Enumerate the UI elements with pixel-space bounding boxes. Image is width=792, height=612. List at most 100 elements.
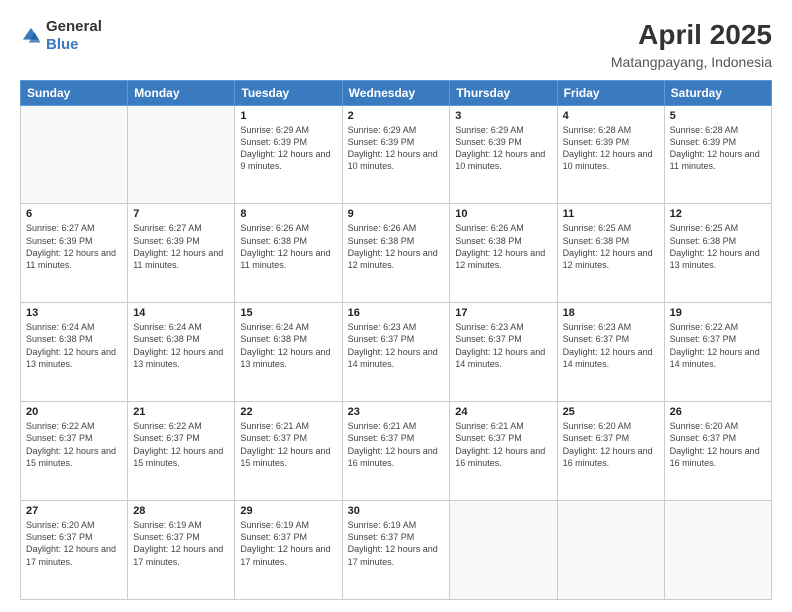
table-row: 26 Sunrise: 6:20 AMSunset: 6:37 PMDayligh…	[664, 402, 771, 501]
day-number: 19	[670, 307, 766, 319]
table-row: 17Sunrise: 6:23 AMSunset: 6:37 PMDayligh…	[450, 303, 557, 402]
table-row: 8Sunrise: 6:26 AMSunset: 6:38 PMDaylight…	[235, 204, 342, 303]
col-wednesday: Wednesday	[342, 80, 450, 105]
day-number: 26	[670, 406, 766, 418]
day-number: 8	[240, 208, 336, 220]
day-number: 7	[133, 208, 229, 220]
subtitle: Matangpayang, Indonesia	[611, 54, 772, 70]
day-number: 23	[348, 406, 445, 418]
day-info: Sunrise: 6:22 AMSunset: 6:37 PMDaylight:…	[26, 420, 122, 469]
day-number: 28	[133, 505, 229, 517]
table-row	[450, 501, 557, 600]
day-number: 27	[26, 505, 122, 517]
logo: General Blue	[20, 18, 102, 54]
day-info: Sunrise: 6:29 AMSunset: 6:39 PMDaylight:…	[348, 124, 445, 173]
day-number: 18	[563, 307, 659, 319]
calendar: Sunday Monday Tuesday Wednesday Thursday…	[20, 80, 772, 600]
table-row: 27 Sunrise: 6:20 AMSunset: 6:37 PMDayligh…	[21, 501, 128, 600]
table-row: 3 Sunrise: 6:29 AMSunset: 6:39 PMDaylight…	[450, 105, 557, 204]
table-row: 6 Sunrise: 6:27 AMSunset: 6:39 PMDaylight…	[21, 204, 128, 303]
table-row: 18Sunrise: 6:23 AMSunset: 6:37 PMDayligh…	[557, 303, 664, 402]
table-row: 11Sunrise: 6:25 AMSunset: 6:38 PMDayligh…	[557, 204, 664, 303]
day-info: Sunrise: 6:23 AMSunset: 6:37 PMDaylight:…	[455, 321, 551, 370]
header: General Blue April 2025 Matangpayang, In…	[20, 18, 772, 70]
day-number: 15	[240, 307, 336, 319]
page: General Blue April 2025 Matangpayang, In…	[0, 0, 792, 612]
table-row: 4 Sunrise: 6:28 AMSunset: 6:39 PMDaylight…	[557, 105, 664, 204]
day-number: 12	[670, 208, 766, 220]
table-row: 5 Sunrise: 6:28 AMSunset: 6:39 PMDaylight…	[664, 105, 771, 204]
day-info: Sunrise: 6:27 AMSunset: 6:39 PMDaylight:…	[133, 222, 229, 271]
day-number: 25	[563, 406, 659, 418]
day-number: 1	[240, 110, 336, 122]
day-info: Sunrise: 6:27 AMSunset: 6:39 PMDaylight:…	[26, 222, 122, 271]
day-info: Sunrise: 6:29 AMSunset: 6:39 PMDaylight:…	[455, 124, 551, 173]
day-number: 24	[455, 406, 551, 418]
logo-blue: Blue	[46, 36, 79, 53]
day-info: Sunrise: 6:28 AMSunset: 6:39 PMDaylight:…	[563, 124, 659, 173]
day-info: Sunrise: 6:26 AMSunset: 6:38 PMDaylight:…	[348, 222, 445, 271]
calendar-week-row: 27 Sunrise: 6:20 AMSunset: 6:37 PMDayligh…	[21, 501, 772, 600]
day-number: 14	[133, 307, 229, 319]
table-row: 19 Sunrise: 6:22 AMSunset: 6:37 PMDayligh…	[664, 303, 771, 402]
day-number: 30	[348, 505, 445, 517]
day-number: 13	[26, 307, 122, 319]
table-row: 10 Sunrise: 6:26 AMSunset: 6:38 PMDayligh…	[450, 204, 557, 303]
table-row: 20 Sunrise: 6:22 AMSunset: 6:37 PMDayligh…	[21, 402, 128, 501]
day-number: 29	[240, 505, 336, 517]
day-number: 20	[26, 406, 122, 418]
day-info: Sunrise: 6:20 AMSunset: 6:37 PMDaylight:…	[26, 519, 122, 568]
table-row: 23Sunrise: 6:21 AMSunset: 6:37 PMDayligh…	[342, 402, 450, 501]
col-thursday: Thursday	[450, 80, 557, 105]
table-row: 15 Sunrise: 6:24 AMSunset: 6:38 PMDayligh…	[235, 303, 342, 402]
calendar-week-row: 1 Sunrise: 6:29 AMSunset: 6:39 PMDaylight…	[21, 105, 772, 204]
day-info: Sunrise: 6:19 AMSunset: 6:37 PMDaylight:…	[133, 519, 229, 568]
table-row: 28 Sunrise: 6:19 AMSunset: 6:37 PMDayligh…	[128, 501, 235, 600]
col-saturday: Saturday	[664, 80, 771, 105]
col-sunday: Sunday	[21, 80, 128, 105]
day-info: Sunrise: 6:19 AMSunset: 6:37 PMDaylight:…	[348, 519, 445, 568]
table-row: 24 Sunrise: 6:21 AMSunset: 6:37 PMDayligh…	[450, 402, 557, 501]
day-info: Sunrise: 6:24 AMSunset: 6:38 PMDaylight:…	[26, 321, 122, 370]
day-number: 10	[455, 208, 551, 220]
table-row	[128, 105, 235, 204]
day-number: 21	[133, 406, 229, 418]
table-row: 22Sunrise: 6:21 AMSunset: 6:37 PMDayligh…	[235, 402, 342, 501]
day-info: Sunrise: 6:29 AMSunset: 6:39 PMDaylight:…	[240, 124, 336, 173]
day-number: 4	[563, 110, 659, 122]
day-info: Sunrise: 6:26 AMSunset: 6:38 PMDaylight:…	[455, 222, 551, 271]
table-row	[21, 105, 128, 204]
table-row	[664, 501, 771, 600]
day-info: Sunrise: 6:21 AMSunset: 6:37 PMDaylight:…	[455, 420, 551, 469]
table-row: 1 Sunrise: 6:29 AMSunset: 6:39 PMDaylight…	[235, 105, 342, 204]
day-info: Sunrise: 6:20 AMSunset: 6:37 PMDaylight:…	[670, 420, 766, 469]
title-block: April 2025 Matangpayang, Indonesia	[611, 18, 772, 70]
day-number: 22	[240, 406, 336, 418]
table-row: 2Sunrise: 6:29 AMSunset: 6:39 PMDaylight…	[342, 105, 450, 204]
day-info: Sunrise: 6:19 AMSunset: 6:37 PMDaylight:…	[240, 519, 336, 568]
table-row: 29 Sunrise: 6:19 AMSunset: 6:37 PMDayligh…	[235, 501, 342, 600]
day-number: 5	[670, 110, 766, 122]
main-title: April 2025	[611, 18, 772, 52]
logo-text: General Blue	[46, 18, 102, 54]
day-number: 3	[455, 110, 551, 122]
day-info: Sunrise: 6:24 AMSunset: 6:38 PMDaylight:…	[240, 321, 336, 370]
day-info: Sunrise: 6:28 AMSunset: 6:39 PMDaylight:…	[670, 124, 766, 173]
table-row	[557, 501, 664, 600]
day-number: 9	[348, 208, 445, 220]
table-row: 7 Sunrise: 6:27 AMSunset: 6:39 PMDaylight…	[128, 204, 235, 303]
col-tuesday: Tuesday	[235, 80, 342, 105]
day-info: Sunrise: 6:24 AMSunset: 6:38 PMDaylight:…	[133, 321, 229, 370]
day-number: 11	[563, 208, 659, 220]
calendar-week-row: 13 Sunrise: 6:24 AMSunset: 6:38 PMDayligh…	[21, 303, 772, 402]
table-row: 16 Sunrise: 6:23 AMSunset: 6:37 PMDayligh…	[342, 303, 450, 402]
day-info: Sunrise: 6:22 AMSunset: 6:37 PMDaylight:…	[670, 321, 766, 370]
calendar-header-row: Sunday Monday Tuesday Wednesday Thursday…	[21, 80, 772, 105]
day-number: 6	[26, 208, 122, 220]
day-info: Sunrise: 6:23 AMSunset: 6:37 PMDaylight:…	[348, 321, 445, 370]
day-number: 16	[348, 307, 445, 319]
col-monday: Monday	[128, 80, 235, 105]
table-row: 14 Sunrise: 6:24 AMSunset: 6:38 PMDayligh…	[128, 303, 235, 402]
table-row: 30 Sunrise: 6:19 AMSunset: 6:37 PMDayligh…	[342, 501, 450, 600]
calendar-week-row: 20 Sunrise: 6:22 AMSunset: 6:37 PMDayligh…	[21, 402, 772, 501]
